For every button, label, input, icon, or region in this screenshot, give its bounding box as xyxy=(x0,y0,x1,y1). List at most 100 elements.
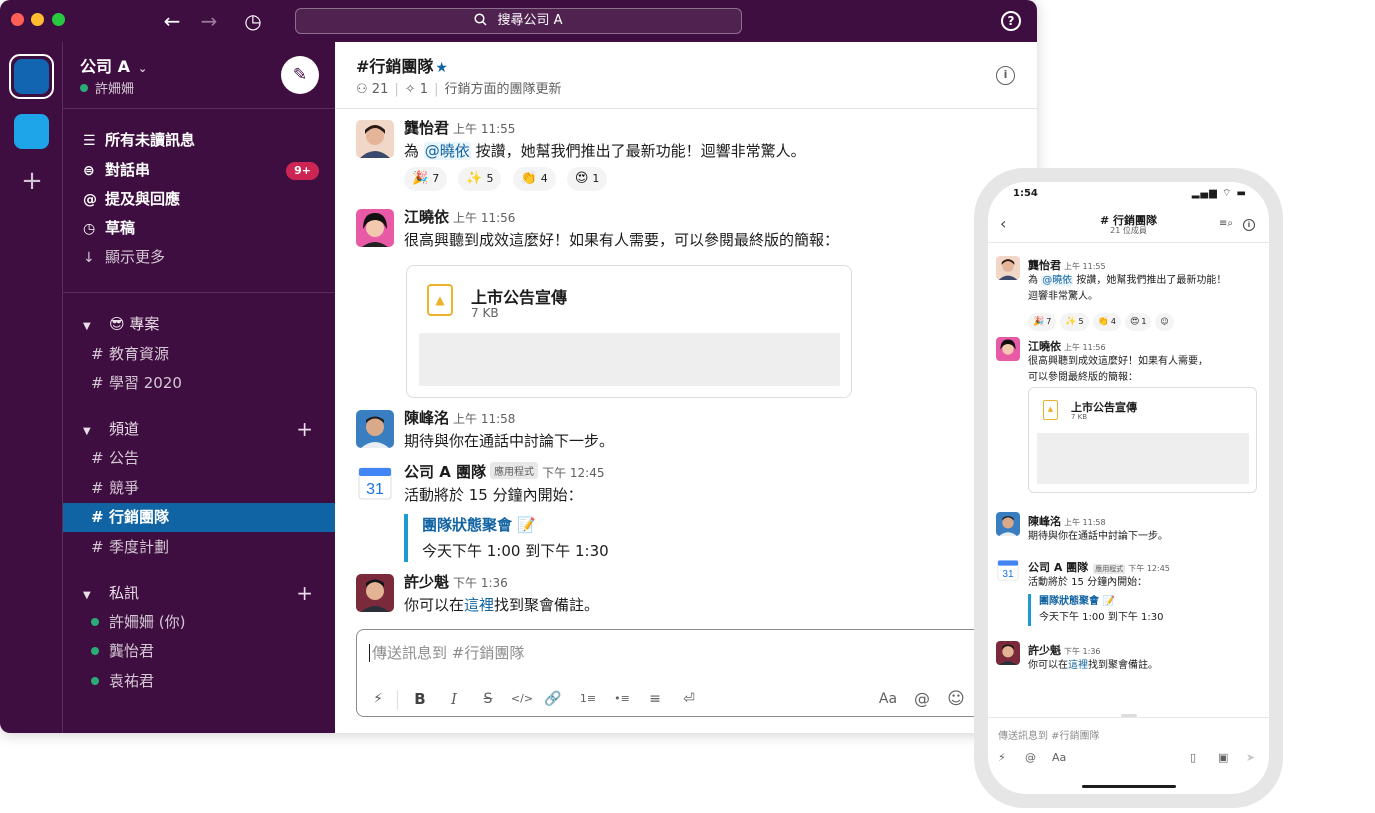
channel-topic[interactable]: 行銷方面的團隊更新 xyxy=(444,82,561,97)
sender-name[interactable]: 陳峰洺 xyxy=(404,409,449,427)
channel-item[interactable]: # 競爭 xyxy=(63,474,335,503)
channel-item[interactable]: # 學習 2020 xyxy=(63,369,335,398)
text-format-icon[interactable]: Aa xyxy=(875,688,901,710)
avatar[interactable] xyxy=(996,256,1020,280)
reaction-pill[interactable]: 🎉 7 xyxy=(404,167,448,191)
reaction-pill[interactable]: 👏 4 xyxy=(512,167,556,191)
message-input[interactable]: 傳送訊息到 #行銷團隊 xyxy=(369,644,524,662)
mention-icon[interactable]: @ xyxy=(911,688,933,710)
send-icon[interactable]: ➤ xyxy=(1246,751,1255,764)
search-input[interactable]: 搜尋公司 A xyxy=(295,8,742,34)
avatar[interactable] xyxy=(356,410,394,448)
section-projects[interactable]: ▼ 😎 專案 xyxy=(63,310,335,339)
mobile-message-input[interactable]: 傳送訊息到 #行銷團隊 xyxy=(998,727,1100,742)
shortcuts-icon[interactable]: ⚡ xyxy=(367,688,389,710)
google-calendar-icon[interactable]: 31 xyxy=(356,464,394,502)
shortcuts-icon[interactable]: ⚡ xyxy=(998,751,1006,764)
workspace-switcher-active[interactable] xyxy=(9,54,54,99)
file-name[interactable]: 上市公告宣傳 xyxy=(471,284,567,308)
user-mention[interactable]: @曉依 xyxy=(1041,275,1074,286)
sender-name[interactable]: 許少魁 xyxy=(404,573,449,591)
info-icon[interactable]: i xyxy=(1243,219,1255,231)
nav-drafts[interactable]: ◷ 草稿 xyxy=(63,214,335,243)
blockquote-icon[interactable]: ≡ xyxy=(644,688,666,710)
strikethrough-icon[interactable]: S xyxy=(477,688,499,710)
workspace-switcher-2[interactable] xyxy=(14,114,49,149)
attach-file-icon[interactable]: ▯ xyxy=(1190,751,1196,764)
file-attachment[interactable]: ▲ 上市公告宣傳 7 KB xyxy=(1028,387,1257,493)
channel-title[interactable]: #行銷團隊 ★ xyxy=(356,53,448,77)
bulleted-list-icon[interactable]: •≡ xyxy=(609,688,635,710)
section-dms[interactable]: ▼ 私訊 + xyxy=(63,579,335,608)
link-icon[interactable]: 🔗 xyxy=(542,688,564,710)
code-icon[interactable]: </> xyxy=(507,688,537,710)
history-clock-icon[interactable]: ◷ xyxy=(240,8,266,34)
compose-button[interactable]: ✎ xyxy=(281,56,319,94)
timestamp[interactable]: 上午 11:55 xyxy=(453,122,515,136)
timestamp[interactable]: 下午 1:36 xyxy=(453,576,508,590)
avatar[interactable] xyxy=(356,574,394,612)
nav-unreads[interactable]: ☰ 所有未讀訊息 xyxy=(63,126,335,155)
minimize-window-button[interactable] xyxy=(31,13,44,26)
attach-image-icon[interactable]: ▣ xyxy=(1218,751,1228,764)
nav-threads[interactable]: ⊜ 對話串 9+ xyxy=(63,156,335,185)
channel-item[interactable]: # 教育資源 xyxy=(63,340,335,369)
timestamp[interactable]: 下午 12:45 xyxy=(542,466,604,480)
avatar[interactable] xyxy=(996,641,1020,665)
sender-name[interactable]: 許少魁 xyxy=(1028,644,1061,657)
sender-name[interactable]: 龔怡君 xyxy=(1028,259,1061,272)
reaction-pill[interactable]: 🎉 7 xyxy=(1028,313,1057,331)
info-icon[interactable]: i xyxy=(996,66,1015,85)
dm-item[interactable]: 袁祐君 xyxy=(63,667,335,696)
text-format-icon[interactable]: Aa xyxy=(1052,751,1066,764)
reaction-pill[interactable]: 😍 1 xyxy=(1124,313,1152,331)
code-block-icon[interactable]: ⏎ xyxy=(678,688,700,710)
reaction-pill[interactable]: 👏 4 xyxy=(1092,313,1121,331)
section-channels[interactable]: ▼ 頻道 + xyxy=(63,415,335,444)
reaction-pill[interactable]: ✨ 5 xyxy=(458,167,502,191)
search-in-channel-icon[interactable]: ≡⌕ xyxy=(1219,218,1233,229)
channel-item-active[interactable]: # 行銷團隊 xyxy=(63,503,335,532)
mention-icon[interactable]: @ xyxy=(1025,751,1036,764)
star-icon[interactable]: ★ xyxy=(435,60,448,76)
avatar[interactable] xyxy=(996,337,1020,361)
member-count[interactable]: 21 xyxy=(372,82,389,97)
avatar[interactable] xyxy=(356,120,394,158)
reaction-pill[interactable]: 😍 1 xyxy=(566,167,608,191)
pin-count[interactable]: 1 xyxy=(420,82,428,97)
add-dm-icon[interactable]: + xyxy=(296,579,313,608)
add-workspace-icon[interactable]: + xyxy=(17,166,47,196)
dm-item[interactable]: 許姍姍 (你) xyxy=(63,608,335,637)
sender-name[interactable]: 公司 A 團隊 xyxy=(1028,561,1088,574)
nav-show-more[interactable]: ↓ 顯示更多 xyxy=(63,243,335,272)
sender-name[interactable]: 江曉依 xyxy=(1028,340,1061,353)
user-mention[interactable]: @曉依 xyxy=(423,142,471,160)
sender-name[interactable]: 江曉依 xyxy=(404,208,449,226)
sender-name[interactable]: 陳峰洺 xyxy=(1028,515,1061,528)
sender-name[interactable]: 龔怡君 xyxy=(404,119,449,137)
event-title[interactable]: 團隊狀態聚會 📝 xyxy=(422,514,1004,536)
ordered-list-icon[interactable]: 1≡ xyxy=(575,688,601,710)
emoji-icon[interactable]: ☺ xyxy=(945,688,967,710)
help-icon[interactable]: ? xyxy=(1001,11,1021,31)
add-channel-icon[interactable]: + xyxy=(296,415,313,444)
file-attachment[interactable]: ▲ 上市公告宣傳 7 KB xyxy=(406,265,852,398)
forward-arrow-icon[interactable]: → xyxy=(196,8,222,34)
add-reaction-icon[interactable]: ☺ xyxy=(1155,313,1174,331)
close-window-button[interactable] xyxy=(11,13,24,26)
google-calendar-icon[interactable]: 31 xyxy=(996,558,1020,582)
zoom-window-button[interactable] xyxy=(52,13,65,26)
bold-icon[interactable]: B xyxy=(409,688,431,710)
avatar[interactable] xyxy=(996,512,1020,536)
avatar[interactable] xyxy=(356,209,394,247)
workspace-menu[interactable]: 公司 A ⌄ xyxy=(80,53,147,77)
event-title[interactable]: 團隊狀態聚會 📝 xyxy=(1039,594,1260,610)
back-arrow-icon[interactable]: ← xyxy=(159,8,185,34)
sender-name[interactable]: 公司 A 團隊 xyxy=(404,463,486,481)
italic-icon[interactable]: I xyxy=(443,688,465,710)
notes-link[interactable]: 這裡 xyxy=(464,596,494,614)
dm-item[interactable]: 龔怡君 xyxy=(63,637,335,666)
channel-item[interactable]: # 公告 xyxy=(63,444,335,473)
nav-mentions[interactable]: @ 提及與回應 xyxy=(63,185,335,214)
timestamp[interactable]: 上午 11:58 xyxy=(453,412,515,426)
